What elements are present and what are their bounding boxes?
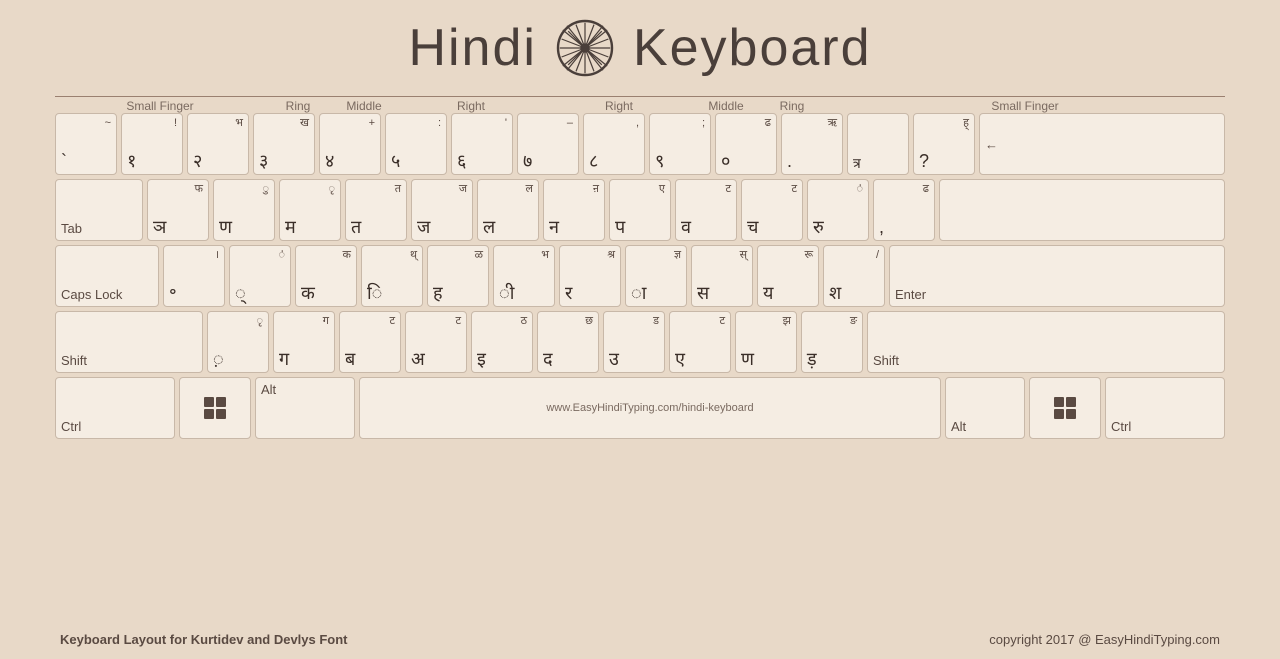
key-quote[interactable]: / श bbox=[823, 245, 885, 307]
key-period[interactable]: झ ण bbox=[735, 311, 797, 373]
key-g[interactable]: ळ ह bbox=[427, 245, 489, 307]
key-m[interactable]: ड उ bbox=[603, 311, 665, 373]
key-f[interactable]: थ् ि bbox=[361, 245, 423, 307]
ashoka-wheel-icon bbox=[555, 18, 615, 78]
key-i[interactable]: ए प bbox=[609, 179, 671, 241]
tab-row: Tab फ ञ ु ण ृ म त त ज ज ल ल ऩ न bbox=[55, 179, 1225, 241]
key-minus[interactable]: ऋ . bbox=[781, 113, 843, 175]
footer-right: copyright 2017 @ EasyHindiTyping.com bbox=[989, 632, 1220, 647]
key-9[interactable]: ; ९ bbox=[649, 113, 711, 175]
tab-key[interactable]: Tab bbox=[55, 179, 143, 241]
caps-lock-key[interactable]: Caps Lock bbox=[55, 245, 159, 307]
key-n[interactable]: छ द bbox=[537, 311, 599, 373]
finger-label-small-finger-r: Small Finger bbox=[825, 97, 1225, 113]
finger-label-right-l: Right bbox=[397, 97, 545, 113]
right-win-key[interactable] bbox=[1029, 377, 1101, 439]
key-8[interactable]: , ८ bbox=[583, 113, 645, 175]
finger-label-ring-l: Ring bbox=[265, 97, 331, 113]
key-t[interactable]: ज ज bbox=[411, 179, 473, 241]
space-url: www.EasyHindiTyping.com/hindi-keyboard bbox=[546, 402, 753, 414]
key-1[interactable]: ! १ bbox=[121, 113, 183, 175]
number-row: ~ ` ! १ भ २ ख ३ + ४ : ५ ' ६ – ७ bbox=[55, 113, 1225, 175]
enter-key[interactable]: Enter bbox=[889, 245, 1225, 307]
key-2[interactable]: भ २ bbox=[187, 113, 249, 175]
key-k[interactable]: ज्ञ ा bbox=[625, 245, 687, 307]
finger-label-ring-r: Ring bbox=[759, 97, 825, 113]
key-o[interactable]: ट व bbox=[675, 179, 737, 241]
key-bracket-close[interactable]: ढ , bbox=[873, 179, 935, 241]
key-backslash[interactable]: ह् ? bbox=[913, 113, 975, 175]
key-u[interactable]: ऩ न bbox=[543, 179, 605, 241]
key-b[interactable]: ठ इ bbox=[471, 311, 533, 373]
key-0[interactable]: ढ ० bbox=[715, 113, 777, 175]
key-v[interactable]: ट अ bbox=[405, 311, 467, 373]
finger-label-small-finger-l: Small Finger bbox=[55, 97, 265, 113]
key-e[interactable]: ृ म bbox=[279, 179, 341, 241]
key-q[interactable]: फ ञ bbox=[147, 179, 209, 241]
key-a[interactable]: । ॰ bbox=[163, 245, 225, 307]
windows-logo-icon bbox=[204, 397, 226, 419]
key-d[interactable]: क क bbox=[295, 245, 357, 307]
key-comma[interactable]: ट ए bbox=[669, 311, 731, 373]
right-alt-key[interactable]: Alt bbox=[945, 377, 1025, 439]
key-x[interactable]: ग ग bbox=[273, 311, 335, 373]
header: Hindi bbox=[0, 0, 1280, 88]
key-backtick[interactable]: ~ ` bbox=[55, 113, 117, 175]
key-s[interactable]: ऺ ् bbox=[229, 245, 291, 307]
finger-label-middle-r: Middle bbox=[693, 97, 759, 113]
backspace-key[interactable]: ← bbox=[979, 113, 1225, 175]
title-part1: Hindi bbox=[408, 18, 537, 78]
finger-labels: Small Finger Ring Middle Right Right Mid… bbox=[55, 96, 1225, 113]
right-ctrl-key[interactable]: Ctrl bbox=[1105, 377, 1225, 439]
key-equal[interactable]: त्र bbox=[847, 113, 909, 175]
right-shift-key[interactable]: Shift bbox=[867, 311, 1225, 373]
left-ctrl-key[interactable]: Ctrl bbox=[55, 377, 175, 439]
key-slash[interactable]: ङ ड़ bbox=[801, 311, 863, 373]
left-win-key[interactable] bbox=[179, 377, 251, 439]
key-7[interactable]: – ७ bbox=[517, 113, 579, 175]
key-backslash2[interactable] bbox=[939, 179, 1225, 241]
key-5[interactable]: : ५ bbox=[385, 113, 447, 175]
key-bracket-open[interactable]: ऺ रु bbox=[807, 179, 869, 241]
shift-row: Shift ृ ़ ग ग ट ब ट अ ठ इ छ द ड उ bbox=[55, 311, 1225, 373]
left-shift-key[interactable]: Shift bbox=[55, 311, 203, 373]
windows-logo-right-icon bbox=[1054, 397, 1076, 419]
space-key[interactable]: www.EasyHindiTyping.com/hindi-keyboard bbox=[359, 377, 941, 439]
key-j[interactable]: श्र र bbox=[559, 245, 621, 307]
key-6[interactable]: ' ६ bbox=[451, 113, 513, 175]
key-p[interactable]: ट च bbox=[741, 179, 803, 241]
title-part2: Keyboard bbox=[633, 18, 872, 78]
key-r[interactable]: त त bbox=[345, 179, 407, 241]
left-alt-key[interactable]: Alt bbox=[255, 377, 355, 439]
footer-left: Keyboard Layout for Kurtidev and Devlys … bbox=[60, 632, 348, 647]
bottom-row: Ctrl Alt www.EasyHindiTyping.com/hindi-k… bbox=[55, 377, 1225, 439]
key-w[interactable]: ु ण bbox=[213, 179, 275, 241]
finger-label-right-r: Right bbox=[545, 97, 693, 113]
key-h[interactable]: भ ी bbox=[493, 245, 555, 307]
caps-row: Caps Lock । ॰ ऺ ् क क थ् ि ळ ह भ ी श्र र bbox=[55, 245, 1225, 307]
key-y[interactable]: ल ल bbox=[477, 179, 539, 241]
key-4[interactable]: + ४ bbox=[319, 113, 381, 175]
key-semicolon[interactable]: रू य bbox=[757, 245, 819, 307]
finger-label-middle-l: Middle bbox=[331, 97, 397, 113]
keyboard: ~ ` ! १ भ २ ख ३ + ४ : ५ ' ६ – ७ bbox=[55, 113, 1225, 439]
key-c[interactable]: ट ब bbox=[339, 311, 401, 373]
key-l[interactable]: स् स bbox=[691, 245, 753, 307]
key-z[interactable]: ृ ़ bbox=[207, 311, 269, 373]
key-3[interactable]: ख ३ bbox=[253, 113, 315, 175]
